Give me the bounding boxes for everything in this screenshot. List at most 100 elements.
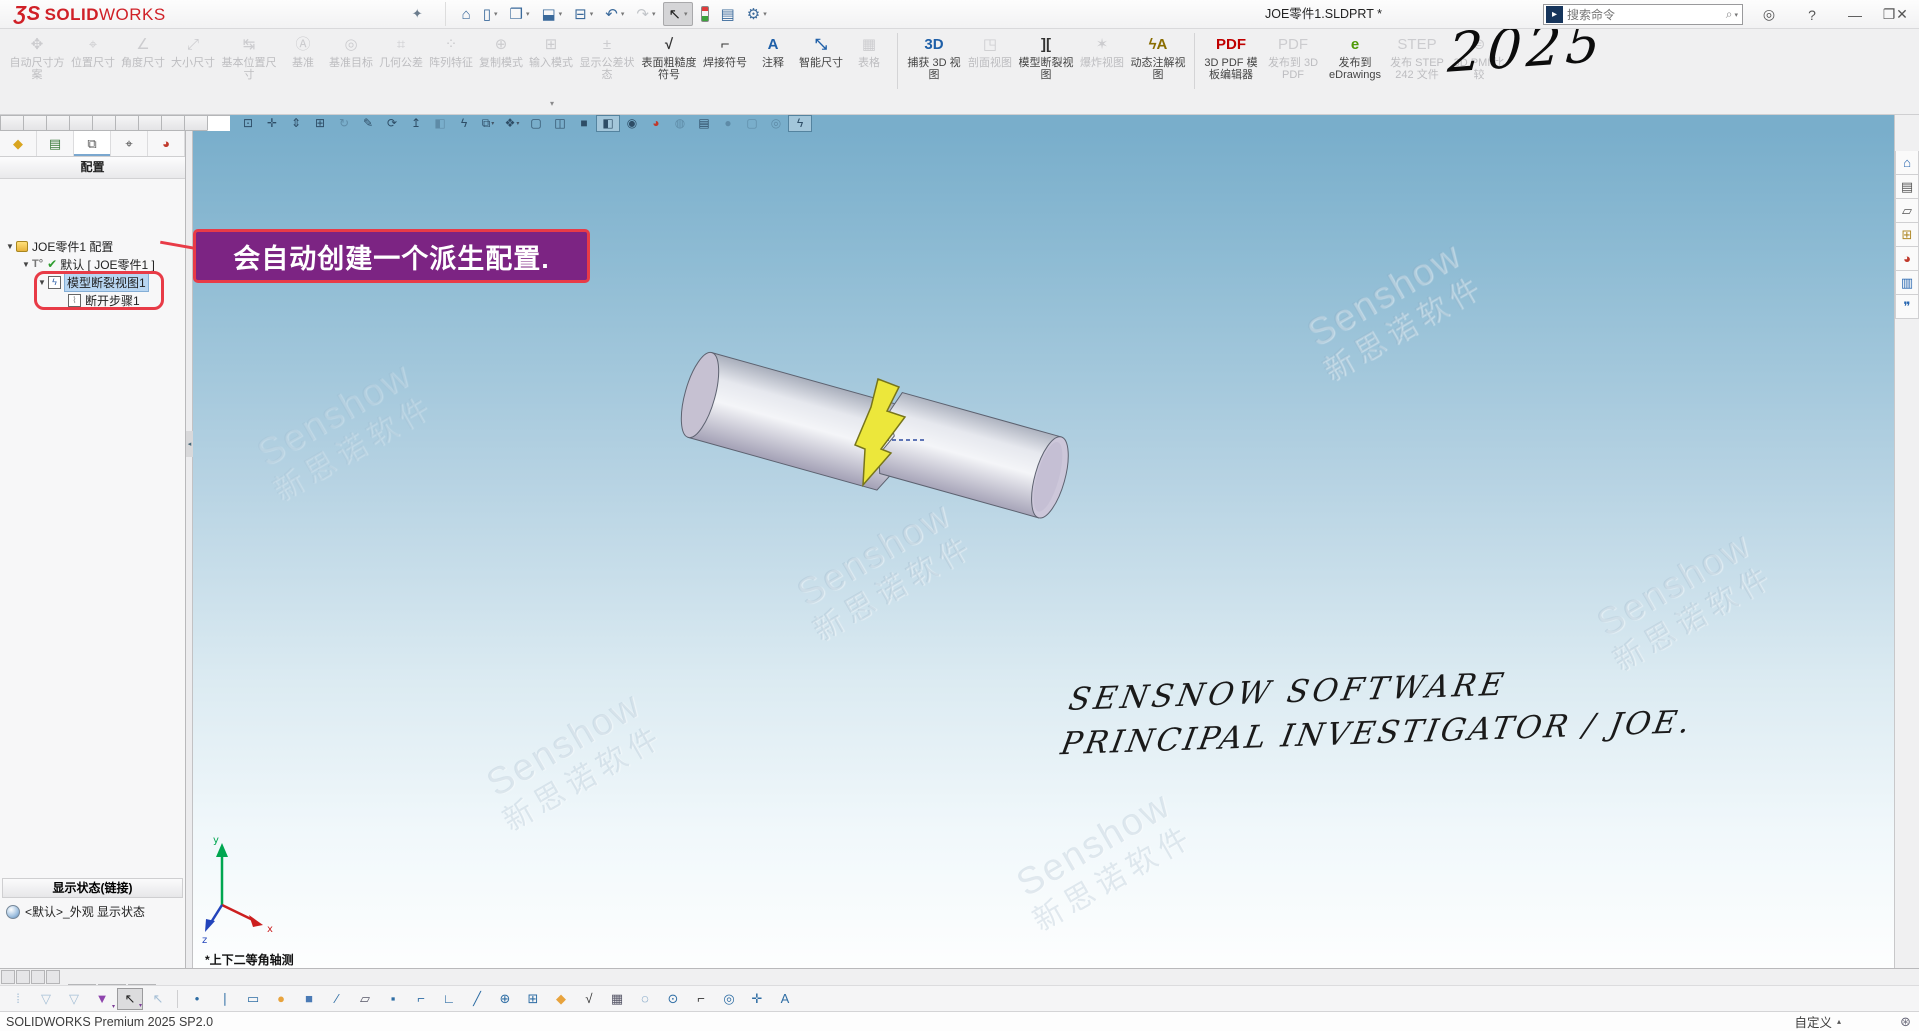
capture-3d-view-button[interactable]: 3D 捕获 3D 视图 [903,31,965,83]
rotate-view-icon[interactable]: ↻ [333,116,355,131]
note-tool[interactable]: A [772,988,798,1010]
dynamic-annotation-views-button[interactable]: ϟA 动态注解视图 [1127,31,1189,83]
location-dimension-button[interactable]: ⌖ 位置尺寸 [68,31,118,71]
extrude-feature-tool[interactable]: ■ [296,988,322,1010]
exploded-view-button[interactable]: ✶ 爆炸视图 [1077,31,1127,71]
view-palette-icon[interactable]: ⊞ [1895,223,1919,247]
basic-location-dimension-button[interactable]: ↹ 基本位置尺寸 [218,31,280,83]
open-icon[interactable]: ❒▾ [506,2,534,26]
angle-dimension-button[interactable]: ∠ 角度尺寸 [118,31,168,71]
propertymanager-icon[interactable]: ▤ [37,131,74,156]
smart-dimension-button[interactable]: ⤡ 智能尺寸 [796,31,846,71]
save-icon[interactable]: ⬓▾ [537,2,566,26]
select-arrow-icon[interactable]: ↖▾ [663,2,692,26]
featuremanager-tree-icon[interactable]: ◆ [0,131,37,156]
wireframe-icon[interactable]: ▢ [525,116,547,131]
balloon-tool[interactable]: ◎ [716,988,742,1010]
file-explorer-icon[interactable]: ▱ [1895,199,1919,223]
roll-view-icon[interactable]: ⟳ [381,116,403,131]
home-icon[interactable]: ⌂ [458,2,475,26]
scroll-first-button[interactable] [1,970,15,984]
circle-tool[interactable]: ⊕ [492,988,518,1010]
view-settings-eye-icon[interactable]: ◉ [621,116,643,131]
convert-entities-tool[interactable]: ∟ [436,988,462,1010]
configurationmanager-icon[interactable]: ⧉ [74,131,111,156]
search-input[interactable] [1567,8,1726,22]
section-view-button[interactable]: ◳ 剖面视图 [965,31,1015,71]
surface-finish-button[interactable]: √ 表面粗糙度符号 [638,31,700,83]
note-button[interactable]: A 注释 [750,31,796,71]
pin-menu-icon[interactable]: ✦ [412,6,423,22]
contour-select-tool[interactable]: ⌐ [408,988,434,1010]
3d-pdf-template-editor-button[interactable]: PDF 3D PDF 模板编辑器 [1200,31,1262,83]
3d-drawing-view-icon[interactable]: ⧉▾ [477,116,499,131]
tab-weldments[interactable] [46,115,70,131]
toolbar-grip[interactable]: ⁞ [5,988,31,1010]
status-customize-button[interactable]: 自定义▴ [1794,1012,1841,1031]
status-tag-icon[interactable]: ⊛ [1900,1014,1911,1030]
shaded-icon[interactable]: ■ [573,116,595,131]
display-state-row[interactable]: <默认>_外观 显示状态 [6,903,145,920]
custom-properties-icon[interactable]: ▥ [1895,271,1919,295]
tab-direct-editing[interactable] [115,115,139,131]
design-library-icon[interactable]: ▤ [1895,175,1919,199]
angled-line-tool[interactable]: ╱ [464,988,490,1010]
scroll-last-button[interactable] [46,970,60,984]
scroll-prev-button[interactable] [16,970,30,984]
show-tolerance-status-button[interactable]: ± 显示公差状态 [576,31,638,83]
select-tool[interactable]: ↖▾ [117,988,143,1010]
rebuild-traffic-light-icon[interactable] [697,2,713,26]
minimize-doc-button[interactable] [1469,116,1486,130]
tab-surfaces[interactable] [92,115,116,131]
linear-pattern-tool[interactable]: ⊞ [520,988,546,1010]
scroll-next-button[interactable] [31,970,45,984]
import-scheme-button[interactable]: ⊞ 输入模式 [526,31,576,71]
appearances-icon[interactable]: ◕ [645,116,667,131]
centerline-tool[interactable]: ⁄ [324,988,350,1010]
undo-icon[interactable]: ↶▾ [601,2,628,26]
minimize-button[interactable]: — [1838,0,1872,29]
restore-doc-button[interactable] [1488,116,1505,130]
display-settings-icon[interactable]: ▤ [693,116,715,131]
panel-splitter[interactable]: ◂ [186,131,193,968]
tab-mbd[interactable] [207,115,231,131]
view-orientation-icon[interactable]: ❖▾ [501,116,523,131]
tab-sheet-metal[interactable] [69,115,93,131]
tab-evaluate[interactable] [138,115,162,131]
expand-icon[interactable]: ▼ [6,242,16,251]
tab-sketch[interactable] [23,115,47,131]
check-tool[interactable]: √ [576,988,602,1010]
weld-symbol-button[interactable]: ⌐ 焊接符号 [700,31,750,71]
hidden-lines-icon[interactable]: ◫ [549,116,571,131]
options-gear-icon[interactable]: ⚙▾ [743,2,771,26]
selection-filter-icon[interactable]: ▼▾ [89,988,115,1010]
file-properties-icon[interactable]: ▤ [717,2,739,26]
ribbon-pulldown-icon[interactable]: ▾ [550,99,554,108]
sketch-point-tool[interactable]: • [184,988,210,1010]
sketch-line-tool[interactable]: ∣ [212,988,238,1010]
print-icon[interactable]: ⊟▾ [570,2,597,26]
account-icon[interactable]: ◎ [1752,0,1786,29]
dynamic-annotation-icon[interactable]: ϟ [453,116,475,131]
filter-edges-icon[interactable]: ▽ [61,988,87,1010]
search-dropdown-icon[interactable]: ▾ [1734,11,1738,19]
publish-3d-pdf-button[interactable]: PDF 发布到 3D PDF [1262,31,1324,83]
datum-target-button[interactable]: ◎ 基准目标 [326,31,376,71]
magnifier-tool[interactable]: ◌ [632,988,658,1010]
dimxpertmanager-icon[interactable]: ⌖ [111,131,148,156]
publish-edrawings-button[interactable]: e 发布到 eDrawings [1324,31,1386,83]
pan-icon[interactable]: ✛ [261,116,283,131]
forum-icon[interactable]: ❞ [1895,295,1919,319]
apply-scene-icon[interactable]: ◍ [669,116,691,131]
zoom-area-icon[interactable]: ⊞ [309,116,331,131]
size-dimension-button[interactable]: ⤢ 大小尺寸 [168,31,218,71]
search-icon[interactable]: ⌕ [1726,7,1733,22]
tab-solidworks-addins[interactable] [184,115,208,131]
publish-step242-button[interactable]: STEP 发布 STEP 242 文件 [1386,31,1448,83]
command-search[interactable]: ▸ ⌕ ▾ [1543,4,1743,25]
displaymanager-icon[interactable]: ◕ [148,131,185,156]
auto-dimension-scheme-button[interactable]: ✥ 自动尺寸方案 [6,31,68,83]
next-window-button[interactable] [1450,116,1467,130]
close-button[interactable]: ✕ [1885,0,1919,29]
center-mark-tool[interactable]: ✛ [744,988,770,1010]
